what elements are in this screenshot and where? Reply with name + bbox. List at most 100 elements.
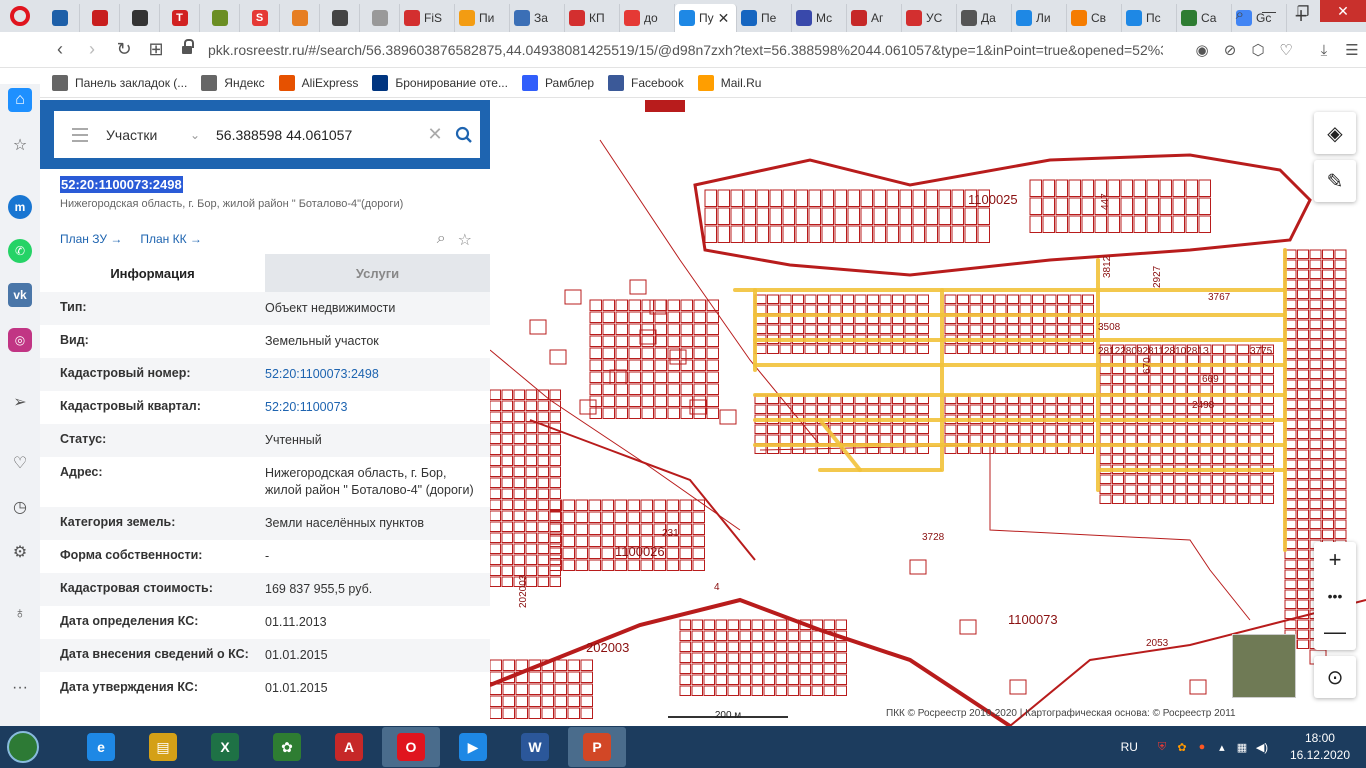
taskbar-excel-button[interactable]: X — [196, 727, 254, 767]
taskbar-acrobat-button[interactable]: A — [320, 727, 378, 767]
bookmark-item[interactable]: Бронирование оте... — [372, 74, 508, 91]
browser-tab[interactable]: Да — [957, 4, 1012, 32]
bookmark-item[interactable]: AliExpress — [278, 74, 358, 91]
volume-icon[interactable]: ◀) — [1252, 741, 1272, 754]
history-icon[interactable]: ◷ — [8, 495, 32, 519]
browser-tab[interactable]: до — [620, 4, 675, 32]
browser-tab[interactable]: FiS — [400, 4, 455, 32]
opera-menu-button[interactable] — [0, 0, 40, 32]
map-canvas[interactable] — [490, 100, 1366, 726]
browser-tab[interactable]: Пи — [455, 4, 510, 32]
reload-button[interactable]: ↻ — [108, 39, 140, 60]
browser-tab[interactable]: КП — [565, 4, 620, 32]
adblock-icon[interactable]: ⊘ — [1216, 41, 1244, 59]
easy-setup-icon[interactable]: ☰ — [1338, 41, 1366, 59]
clear-icon[interactable]: ✕ — [422, 124, 448, 145]
bookmark-item[interactable]: Рамблер — [521, 74, 594, 91]
zoom-out-button[interactable]: — — [1314, 614, 1356, 650]
lock-icon[interactable] — [182, 38, 194, 56]
taskbar-powerpoint-button[interactable]: P — [568, 727, 626, 767]
browser-tab[interactable]: T — [160, 4, 200, 32]
info-row-value[interactable]: 52:20:1100073:2498 — [265, 366, 475, 383]
browser-tab[interactable] — [120, 4, 160, 32]
bookmark-item[interactable]: Яндекс — [201, 74, 265, 91]
clock[interactable]: 18:00 16.12.2020 — [1290, 730, 1350, 764]
shield-icon[interactable]: ⛨ — [1152, 741, 1172, 754]
minimap-thumbnail[interactable] — [1232, 634, 1296, 698]
layers-button[interactable]: ◈ — [1314, 112, 1356, 154]
start-button[interactable] — [0, 726, 46, 768]
browser-tab[interactable]: Аг — [847, 4, 902, 32]
taskbar-explorer-button[interactable]: ▤ — [134, 727, 192, 767]
browser-tab[interactable] — [280, 4, 320, 32]
tab-services[interactable]: Услуги — [265, 254, 490, 292]
browser-tab[interactable]: Са — [1177, 4, 1232, 32]
tray-expand-icon[interactable]: ▴ — [1212, 741, 1232, 754]
plan-kk-link[interactable]: План КК → — [140, 232, 202, 246]
info-row-value[interactable]: 52:20:1100073 — [265, 399, 475, 416]
cadastral-number-title[interactable]: 52:20:1100073:2498 — [60, 176, 183, 193]
taskbar-media-button[interactable]: ▶ — [444, 727, 502, 767]
ruler-button[interactable]: ✎ — [1314, 160, 1356, 202]
star-icon[interactable]: ☆ — [8, 133, 32, 157]
instagram-icon[interactable]: ◎ — [8, 328, 32, 352]
browser-tab[interactable]: Мс — [792, 4, 847, 32]
close-window-button[interactable]: ✕ — [1320, 0, 1366, 22]
bookmark-item[interactable]: Mail.Ru — [697, 74, 761, 91]
search-type-select[interactable]: Участки — [106, 127, 190, 143]
network-icon[interactable]: ▦ — [1232, 741, 1252, 754]
plan-zu-link[interactable]: План ЗУ → — [60, 232, 122, 246]
settings-icon[interactable]: ⚙ — [8, 540, 32, 564]
favorite-star-icon[interactable]: ☆ — [458, 230, 472, 250]
browser-tab[interactable] — [200, 4, 240, 32]
search-icon[interactable] — [448, 126, 480, 144]
vk-icon[interactable]: vk — [8, 283, 32, 307]
browser-tab[interactable]: Ли — [1012, 4, 1067, 32]
maximize-button[interactable]: ❐ — [1286, 0, 1320, 22]
forward-button[interactable]: › — [76, 39, 108, 60]
browser-tab[interactable] — [320, 4, 360, 32]
taskbar-opera-button[interactable]: O — [382, 727, 440, 767]
close-tab-icon[interactable]: ✕ — [718, 10, 730, 27]
lightbulb-icon[interactable]: ♁ — [8, 602, 32, 626]
chevron-down-icon[interactable]: ⌄ — [190, 128, 212, 142]
cadastral-map[interactable]: 1100025 447 3812 2927 3767 3508 28122809281128… — [490, 100, 1366, 726]
bookmark-item[interactable]: Facebook — [608, 74, 684, 91]
zoom-to-object-icon[interactable]: ⌕ — [437, 230, 446, 250]
browser-tab[interactable]: Пе — [737, 4, 792, 32]
browser-tab[interactable]: S — [240, 4, 280, 32]
back-button[interactable]: ‹ — [44, 39, 76, 60]
url-field[interactable]: pkk.rosreestr.ru/#/search/56.38960387658… — [208, 42, 1163, 58]
messenger-icon[interactable]: m — [8, 195, 32, 219]
browser-tab[interactable]: Пс — [1122, 4, 1177, 32]
browser-tab[interactable]: УС — [902, 4, 957, 32]
more-tools-button[interactable]: ••• — [1314, 578, 1356, 614]
language-indicator[interactable]: RU — [1121, 740, 1138, 754]
download-icon[interactable]: ⤓ — [1310, 42, 1338, 59]
browser-tab[interactable]: Пу ✕ — [675, 4, 737, 32]
send-icon[interactable]: ➢ — [8, 390, 32, 414]
notification-badge-icon[interactable]: ● — [1192, 741, 1212, 753]
heart-icon[interactable]: ♡ — [8, 451, 32, 475]
bookmark-heart-icon[interactable]: ♡ — [1272, 41, 1300, 59]
browser-tab[interactable]: Св — [1067, 4, 1122, 32]
browser-tab[interactable] — [40, 4, 80, 32]
whatsapp-icon[interactable]: ✆ — [8, 239, 32, 263]
minimize-button[interactable]: — — [1252, 0, 1286, 22]
extension-icon[interactable]: ⬡ — [1244, 41, 1272, 59]
browser-tab[interactable]: За — [510, 4, 565, 32]
more-icon[interactable]: ··· — [8, 676, 32, 700]
home-icon[interactable]: ⌂ — [8, 88, 32, 112]
compass-button[interactable]: ⊙ — [1314, 656, 1356, 698]
snapshot-icon[interactable]: ◉ — [1188, 41, 1216, 59]
bookmark-item[interactable]: Панель закладок (... — [52, 74, 187, 91]
search-input[interactable]: 56.388598 44.061057 — [212, 127, 422, 143]
tab-information[interactable]: Информация — [40, 254, 265, 292]
zoom-in-button[interactable]: + — [1314, 542, 1356, 578]
menu-icon[interactable] — [54, 127, 106, 142]
browser-tab[interactable] — [80, 4, 120, 32]
flower-icon[interactable]: ✿ — [1172, 741, 1192, 754]
tab-search-icon[interactable]: ⌕ — [1236, 6, 1244, 23]
taskbar-word-button[interactable]: W — [506, 727, 564, 767]
taskbar-icq-button[interactable]: ✿ — [258, 727, 316, 767]
